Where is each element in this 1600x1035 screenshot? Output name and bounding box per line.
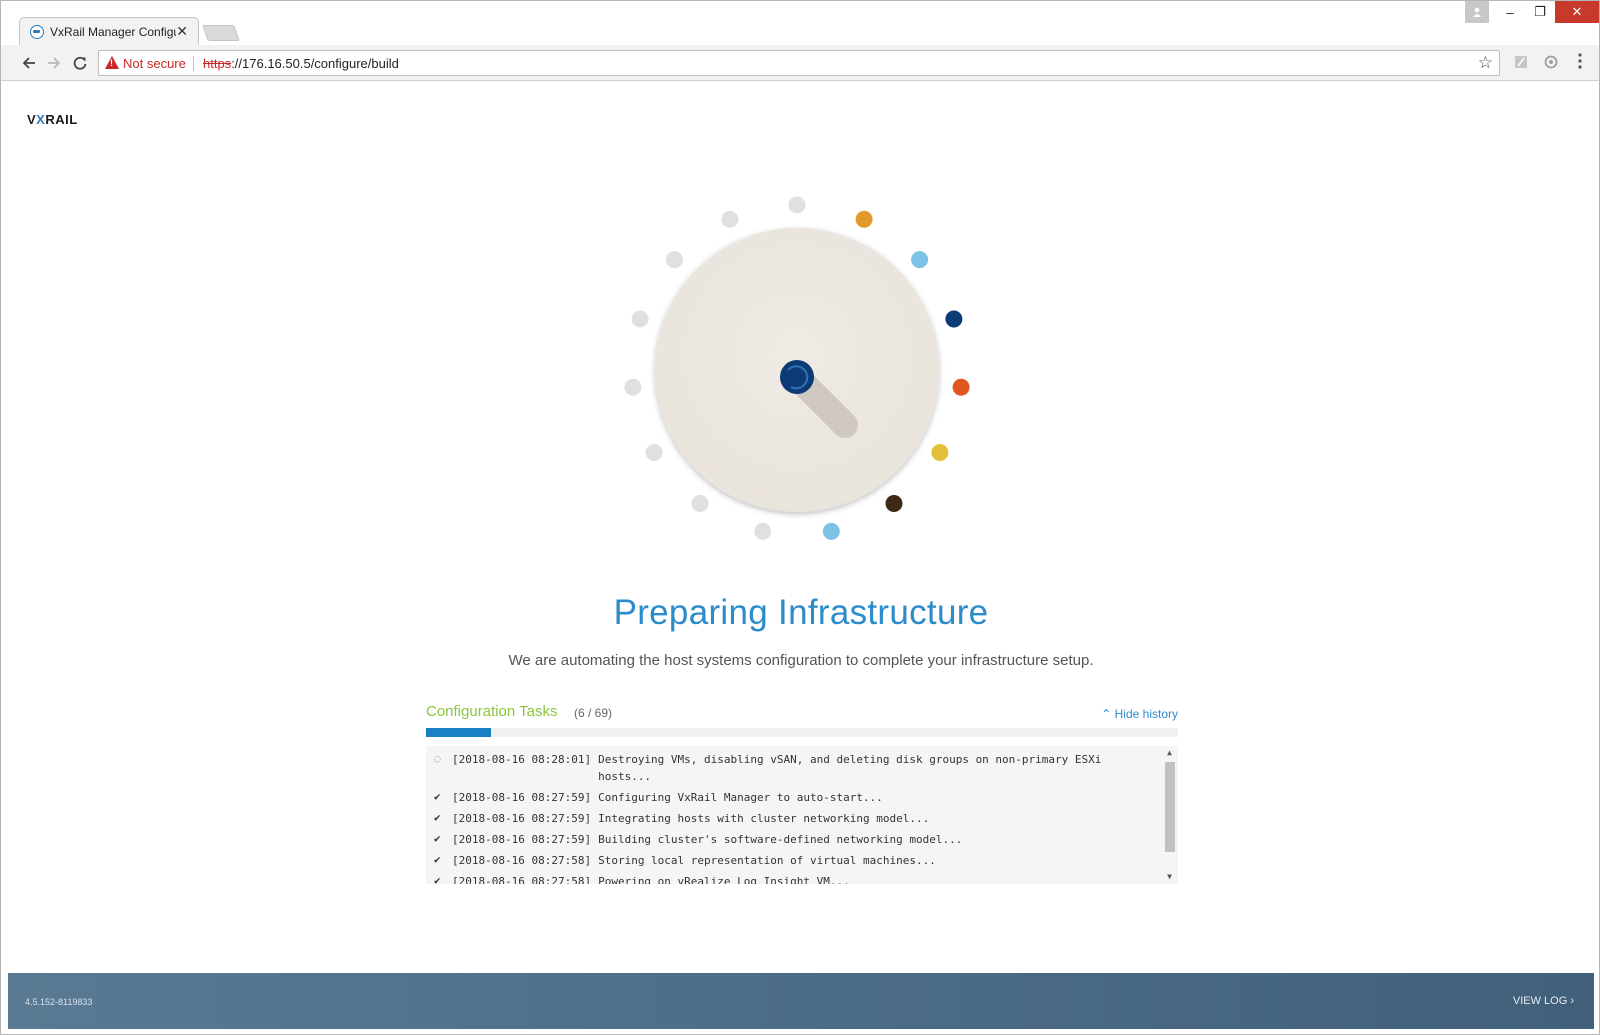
address-bar[interactable]: Not secure https://176.16.50.5/configure…	[98, 50, 1500, 76]
tasks-header: Configuration Tasks (6 / 69) ⌃ Hide hist…	[426, 700, 1178, 724]
log-row: ✔ [2018-08-16 08:27:59] Building cluster's…	[426, 831, 1178, 848]
view-log-link[interactable]: VIEW LOG ›	[1513, 995, 1574, 1007]
tasks-count: (6 / 69)	[574, 706, 613, 720]
omnibox-divider	[193, 56, 194, 71]
dial-dot	[624, 378, 642, 396]
menu-icon[interactable]	[1577, 53, 1583, 69]
pending-spinner-icon: ◌	[434, 752, 441, 765]
dial-dot	[952, 378, 970, 396]
dial-dot	[822, 522, 840, 540]
log-message: Powering on vRealize Log Insight VM...	[598, 875, 850, 884]
window-controls: – ❐ ✕	[1465, 1, 1599, 23]
security-label[interactable]: Not secure	[123, 56, 186, 71]
checkmark-icon: ✔	[434, 790, 441, 803]
dial-dot	[855, 210, 873, 228]
log-message: Storing local representation of virtual …	[598, 854, 936, 867]
tasks-title: Configuration Tasks	[426, 703, 558, 720]
checkmark-icon: ✔	[434, 832, 441, 845]
hide-history-link[interactable]: ⌃ Hide history	[1101, 707, 1178, 721]
log-timestamp: [2018-08-16 08:27:59]	[452, 791, 592, 804]
tab-close-icon[interactable]: ✕	[176, 23, 188, 40]
version-label: 4.5.152-8119833	[25, 997, 93, 1007]
log-row: ✔ [2018-08-16 08:27:58] Storing local repr…	[426, 852, 1178, 869]
page-title: Preparing Infrastructure	[613, 593, 989, 632]
scroll-down-icon[interactable]: ▼	[1161, 870, 1178, 884]
log-row: ✔ [2018-08-16 08:27:59] Integrating hosts …	[426, 810, 1178, 827]
dial-dot	[691, 495, 709, 512]
url-text[interactable]: https://176.16.50.5/configure/build	[203, 56, 399, 71]
dial-dot	[665, 251, 683, 269]
pdf-extension-icon[interactable]	[1513, 54, 1529, 70]
log-row: ✔ [2018-08-16 08:27:58] Powering on vReali…	[426, 873, 1178, 884]
dell-favicon-icon	[30, 25, 44, 39]
tasks-progress-fill	[426, 728, 492, 737]
log-timestamp: [2018-08-16 08:28:01]	[452, 753, 592, 766]
log-row: ✔ [2018-08-16 08:27:59] Configuring VxRail…	[426, 789, 1178, 806]
star-icon[interactable]: ☆	[1478, 53, 1493, 73]
extension-icon[interactable]	[1543, 54, 1559, 70]
dial-dot	[945, 310, 963, 328]
browser-toolbar: Not secure https://176.16.50.5/configure…	[1, 45, 1599, 81]
checkmark-icon: ✔	[434, 874, 441, 884]
dial-dot	[911, 251, 929, 269]
task-log-rows: ◌ [2018-08-16 08:28:01] Destroying VMs, di…	[426, 746, 1178, 884]
minimize-icon[interactable]: –	[1495, 1, 1525, 23]
log-message: Integrating hosts with cluster networkin…	[598, 812, 930, 825]
back-icon[interactable]	[18, 52, 40, 74]
url-scheme: https	[203, 56, 232, 71]
checkmark-icon: ✔	[434, 853, 441, 866]
dial-dot	[885, 495, 903, 512]
page-subtitle: We are automating the host systems confi…	[508, 652, 1094, 669]
dial-dot	[645, 444, 663, 461]
page-content: VXRAIL Preparing Infrastructure We are a…	[8, 82, 1594, 1032]
chevron-up-icon: ⌃	[1101, 707, 1115, 721]
dial-dot	[788, 196, 806, 214]
page-footer: 4.5.152-8119833 VIEW LOG ›	[8, 973, 1594, 1029]
browser-window: VxRail Manager Configur ✕ – ❐ ✕ Not secu…	[0, 0, 1600, 1035]
dial-dot	[631, 310, 649, 328]
log-timestamp: [2018-08-16 08:27:59]	[452, 833, 592, 846]
log-timestamp: [2018-08-16 08:27:59]	[452, 812, 592, 825]
browser-titlebar: VxRail Manager Configur ✕ – ❐ ✕	[1, 1, 1599, 45]
new-tab-button[interactable]	[202, 25, 240, 41]
log-timestamp: [2018-08-16 08:27:58]	[452, 854, 592, 867]
vxrail-logo: VXRAIL	[27, 112, 78, 127]
scroll-up-icon[interactable]: ▲	[1161, 746, 1178, 760]
log-message: Building cluster's software-defined netw…	[598, 833, 963, 846]
dial-dot	[754, 522, 772, 540]
hide-history-label: Hide history	[1114, 707, 1178, 721]
log-row: ◌ [2018-08-16 08:28:01] Destroying VMs, di…	[426, 751, 1178, 785]
forward-icon[interactable]	[43, 52, 65, 74]
log-message: Destroying VMs, disabling vSAN, and dele…	[598, 753, 1109, 783]
user-profile-icon[interactable]	[1465, 1, 1489, 23]
dial-dot	[931, 444, 949, 461]
reload-icon[interactable]	[69, 52, 91, 74]
configuration-tasks-panel: Configuration Tasks (6 / 69) ⌃ Hide hist…	[426, 700, 1178, 884]
maximize-icon[interactable]: ❐	[1525, 1, 1555, 23]
logo-x: X	[36, 112, 46, 127]
logo-suffix: RAIL	[45, 112, 78, 127]
browser-tab[interactable]: VxRail Manager Configur ✕	[19, 17, 199, 45]
progress-dial-graphic	[624, 196, 970, 540]
tab-title: VxRail Manager Configur	[50, 25, 176, 39]
log-timestamp: [2018-08-16 08:27:58]	[452, 875, 592, 884]
checkmark-icon: ✔	[434, 811, 441, 824]
dial-dot	[721, 210, 739, 228]
scroll-thumb[interactable]	[1165, 762, 1175, 852]
warning-icon	[105, 56, 119, 69]
logo-prefix: V	[27, 112, 37, 127]
url-path: ://176.16.50.5/configure/build	[231, 56, 399, 71]
tasks-progress-bar	[426, 728, 1178, 737]
log-scrollbar[interactable]: ▲ ▼	[1161, 746, 1178, 884]
log-message: Configuring VxRail Manager to auto-start…	[598, 791, 883, 804]
task-log[interactable]: ◌ [2018-08-16 08:28:01] Destroying VMs, di…	[426, 746, 1178, 884]
window-close-icon[interactable]: ✕	[1555, 1, 1599, 23]
